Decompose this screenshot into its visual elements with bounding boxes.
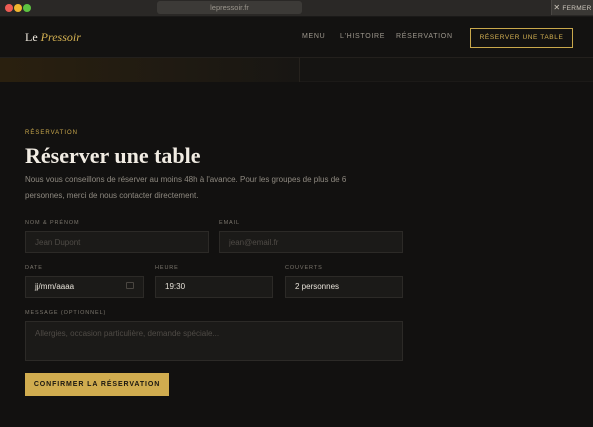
guests-select[interactable]: 2 personnes bbox=[285, 276, 403, 298]
intro-text: Nous vous conseillons de réserver au moi… bbox=[25, 175, 347, 200]
browser-chrome: lepressoir.fr ✕ FERMER bbox=[0, 0, 593, 17]
date-label: DATE bbox=[25, 265, 43, 271]
nav-link-histoire[interactable]: L'HISTOIRE bbox=[340, 33, 385, 40]
window-minimize-dot[interactable] bbox=[14, 4, 22, 12]
reserve-table-button[interactable]: RÉSERVER UNE TABLE bbox=[470, 28, 573, 48]
hero-image-strip bbox=[0, 58, 300, 82]
logo-name: Pressoir bbox=[40, 30, 81, 44]
calendar-icon[interactable] bbox=[126, 282, 134, 289]
page-title: Réserver une table bbox=[25, 143, 201, 168]
logo[interactable]: Le Pressoir bbox=[25, 30, 81, 45]
close-icon: ✕ bbox=[553, 3, 561, 12]
time-input[interactable]: 19:30 bbox=[155, 276, 273, 298]
message-label: MESSAGE (OPTIONNEL) bbox=[25, 310, 107, 316]
window-close-dot[interactable] bbox=[5, 4, 13, 12]
time-label: HEURE bbox=[155, 265, 179, 271]
name-input[interactable] bbox=[25, 231, 209, 253]
close-label: FERMER bbox=[562, 5, 592, 12]
close-button[interactable]: ✕ FERMER bbox=[551, 0, 593, 15]
window-maximize-dot[interactable] bbox=[23, 4, 31, 12]
confirm-reservation-button[interactable]: CONFIRMER LA RÉSERVATION bbox=[25, 373, 169, 396]
section-eyebrow: RÉSERVATION bbox=[25, 130, 79, 136]
address-bar[interactable]: lepressoir.fr bbox=[157, 1, 302, 14]
nav-link-menu[interactable]: MENU bbox=[302, 33, 325, 40]
site-header: Le Pressoir MENU L'HISTOIRE RÉSERVATION … bbox=[0, 17, 593, 58]
logo-prefix: Le bbox=[25, 30, 38, 44]
email-input[interactable] bbox=[219, 231, 403, 253]
nav-link-reservation[interactable]: RÉSERVATION bbox=[396, 33, 453, 40]
guests-label: COUVERTS bbox=[285, 265, 323, 271]
name-label: NOM & PRÉNOM bbox=[25, 220, 80, 226]
message-textarea[interactable] bbox=[25, 321, 403, 361]
email-label: EMAIL bbox=[219, 220, 241, 226]
